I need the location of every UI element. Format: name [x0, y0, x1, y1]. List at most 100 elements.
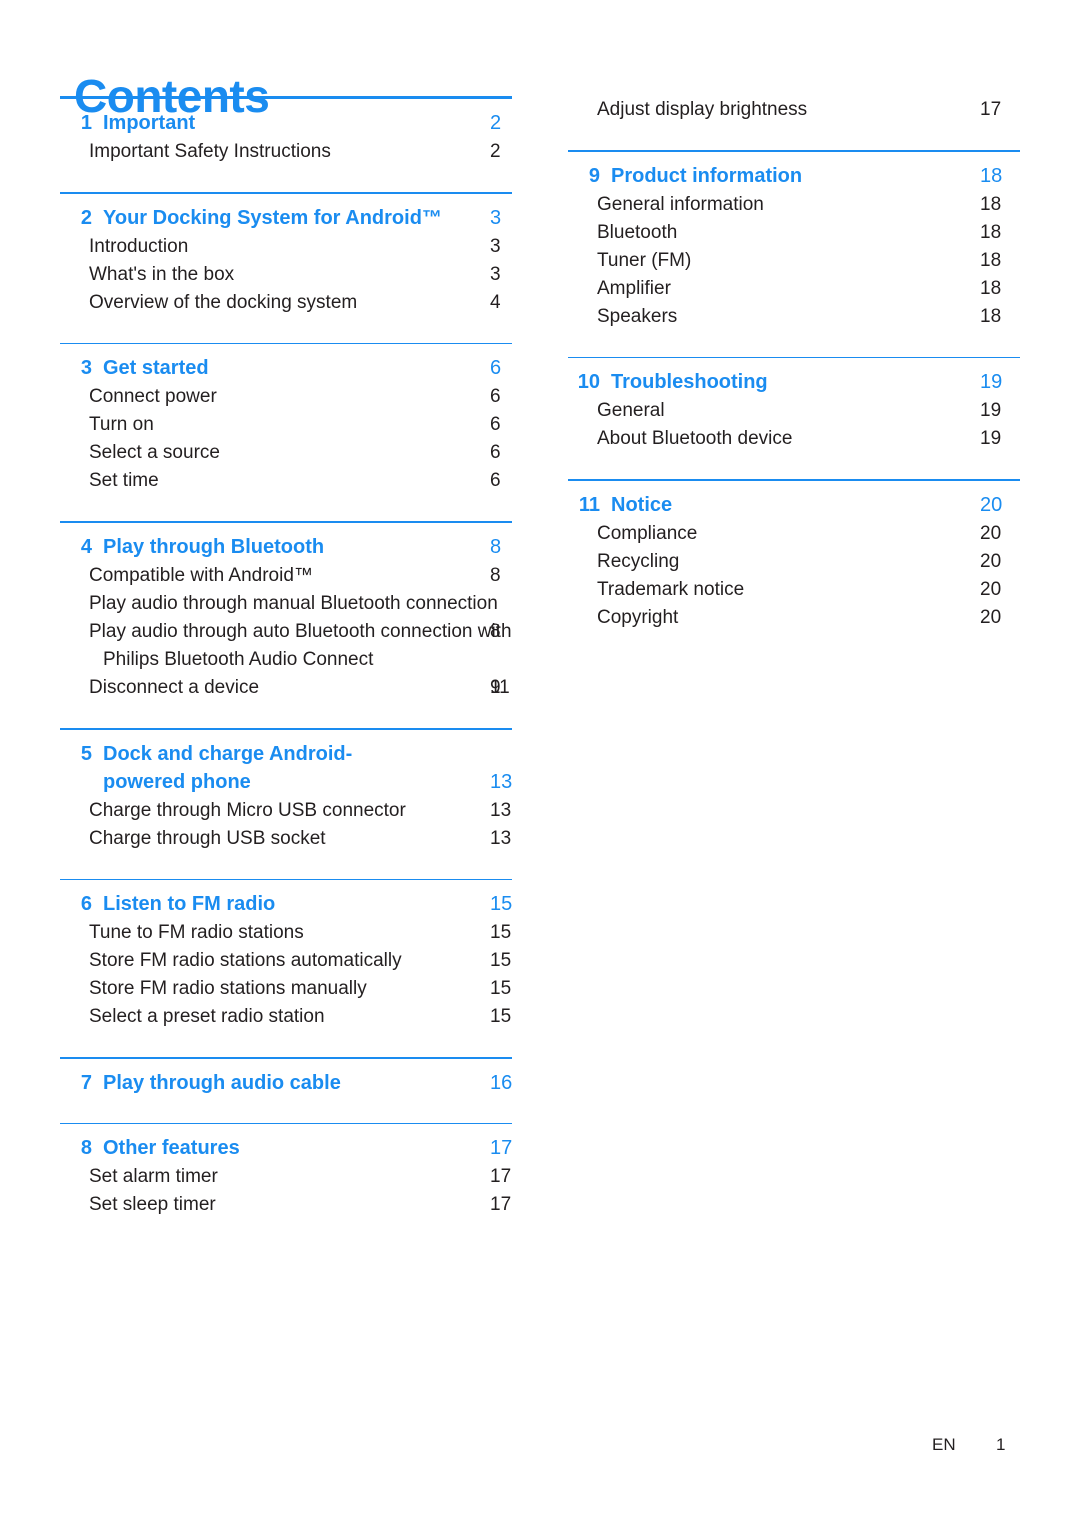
toc-entry-page-number: 19: [980, 400, 1002, 422]
toc-entry-page-number: 6: [490, 386, 501, 408]
toc-entry[interactable]: Charge through USB socket 13: [60, 825, 512, 853]
toc-entry-label: Play audio through manual Bluetooth conn…: [89, 592, 498, 614]
toc-entry[interactable]: Amplifier 18: [568, 275, 1020, 303]
toc-section-heading[interactable]: 4 Play through Bluetooth 8: [60, 533, 512, 561]
toc-entry-page-number: 8: [490, 564, 501, 586]
toc-entry[interactable]: General 19: [568, 397, 1020, 425]
toc-section-heading[interactable]: 5 Dock and charge Android- powered phone 1…: [60, 740, 512, 796]
toc-section-number: 5: [80, 742, 92, 765]
toc-entry[interactable]: Store FM radio stations manually 15: [60, 975, 512, 1003]
toc-entry[interactable]: Select a source 6: [60, 439, 512, 467]
toc-section: 8 Other features 17 Set alarm timer 17 Set sl…: [60, 1122, 512, 1220]
toc-entry-label: Compatible with Android™: [89, 564, 313, 586]
toc-entry[interactable]: Compliance 20: [568, 520, 1020, 548]
toc-section-page-number: 16: [490, 1071, 513, 1094]
toc-entry-page-number: 6: [490, 470, 501, 492]
toc-section: 3 Get started 6 Connect power 6 Turn on 6 Selec…: [60, 342, 512, 496]
toc-section: 10 Troubleshooting 19 General 19 About Blueto…: [568, 356, 1020, 454]
toc-entry[interactable]: Disconnect a device 11: [60, 674, 512, 702]
toc-entry-label: General: [597, 400, 665, 422]
toc-section: 7 Play through audio cable 16: [60, 1057, 512, 1097]
toc-entry[interactable]: Speakers 18: [568, 303, 1020, 331]
toc-entry[interactable]: Important Safety Instructions 2: [60, 138, 512, 166]
toc-entry-label: What's in the box: [89, 263, 235, 285]
section-divider: [568, 479, 1020, 481]
toc-section: 4 Play through Bluetooth 8 Compatible with …: [60, 521, 512, 702]
toc-entry[interactable]: Connect power 6: [60, 383, 512, 411]
toc-section: 2 Your Docking System for Android™ 3 Introd…: [60, 192, 512, 317]
toc-entry[interactable]: Recycling 20: [568, 548, 1020, 576]
toc-entry[interactable]: Introduction 3: [60, 233, 512, 261]
toc-section-heading[interactable]: 3 Get started 6: [60, 354, 512, 382]
toc-section-heading[interactable]: 2 Your Docking System for Android™ 3: [60, 204, 512, 232]
toc-entry[interactable]: What's in the box 3: [60, 261, 512, 289]
toc-entry[interactable]: Tuner (FM) 18: [568, 247, 1020, 275]
toc-entry-page-number: 3: [490, 235, 501, 257]
toc-entry-label: Copyright: [597, 606, 679, 628]
toc-entry[interactable]: General information 18: [568, 191, 1020, 219]
toc-entry-page-number: 17: [490, 1194, 512, 1216]
toc-entry-label: Connect power: [89, 386, 217, 408]
toc-section-heading[interactable]: 6 Listen to FM radio 15: [60, 890, 512, 918]
toc-section-page-number: 20: [980, 493, 1003, 516]
toc-section-page-number: 3: [490, 206, 502, 229]
toc-section-title: Troubleshooting: [611, 371, 768, 394]
toc-entry[interactable]: Adjust display brightness 17: [568, 96, 1020, 124]
toc-section-heading[interactable]: 11 Notice 20: [568, 491, 1020, 519]
toc-entry[interactable]: Compatible with Android™ 8: [60, 562, 512, 590]
page-footer: EN 1: [0, 1432, 1080, 1458]
toc-entry[interactable]: Play audio through auto Bluetooth connec…: [60, 618, 512, 698]
toc-section-heading[interactable]: 1 Important 2: [60, 109, 512, 137]
toc-entry-page-number: 15: [490, 922, 512, 944]
toc-entry[interactable]: Bluetooth 18: [568, 219, 1020, 247]
toc-entry-page-number: 6: [490, 414, 501, 436]
toc-entry[interactable]: Copyright 20: [568, 604, 1020, 632]
toc-entry[interactable]: Set sleep timer 17: [60, 1191, 512, 1219]
toc-entry[interactable]: Trademark notice 20: [568, 576, 1020, 604]
toc-entry[interactable]: Charge through Micro USB connector 13: [60, 797, 512, 825]
section-divider: [60, 342, 512, 345]
toc-entry-page-number: 18: [980, 193, 1002, 215]
section-divider: [60, 1122, 512, 1125]
toc-section-page-number: 19: [980, 371, 1003, 394]
toc-entry[interactable]: Set alarm timer 17: [60, 1163, 512, 1191]
toc-entry[interactable]: Overview of the docking system 4: [60, 289, 512, 317]
toc-section-number: 11: [578, 493, 600, 516]
toc-entry[interactable]: Play audio through manual Bluetooth conn…: [60, 590, 512, 642]
toc-entry-page-number: 18: [980, 305, 1002, 327]
section-divider: [60, 1057, 512, 1059]
toc-entry-label: Turn on: [89, 414, 154, 436]
toc-entry[interactable]: Store FM radio stations automatically 15: [60, 947, 512, 975]
toc-entry-page-number: 4: [490, 291, 501, 313]
toc-section-number: 9: [588, 164, 600, 187]
section-divider: [568, 150, 1020, 152]
toc-entry-page-number: 2: [490, 141, 501, 163]
section-divider: [568, 356, 1020, 359]
toc-entry-label: Important Safety Instructions: [89, 141, 331, 163]
toc-section-page-number: 2: [490, 112, 502, 135]
toc-entry[interactable]: About Bluetooth device 19: [568, 425, 1020, 453]
toc-entry[interactable]: Select a preset radio station 15: [60, 1003, 512, 1031]
toc-section-number: 8: [80, 1137, 92, 1160]
toc-entry-label: Adjust display brightness: [597, 99, 808, 120]
toc-section-heading[interactable]: 10 Troubleshooting 19: [568, 368, 1020, 396]
toc-entry[interactable]: Turn on 6: [60, 411, 512, 439]
toc-section-title: Notice: [611, 493, 673, 516]
toc-entry-page-number: 13: [490, 827, 512, 849]
toc-section-page-number: 8: [490, 535, 502, 558]
toc-entry-label: Recycling: [597, 550, 680, 572]
toc-section-title: Your Docking System for Android™: [103, 206, 442, 229]
toc-section-number: 10: [577, 371, 600, 394]
toc-entry-label: Introduction: [89, 235, 189, 257]
toc-section-heading[interactable]: 7 Play through audio cable 16: [60, 1069, 512, 1097]
toc-entry[interactable]: Tune to FM radio stations 15: [60, 919, 512, 947]
toc-entry-page-number: 18: [980, 221, 1002, 243]
toc-entry-label: Play audio through auto Bluetooth connec…: [89, 620, 512, 670]
toc-section-number: 7: [80, 1071, 92, 1094]
toc-section-heading[interactable]: 9 Product information 18: [568, 162, 1020, 190]
toc-section-heading[interactable]: 8 Other features 17: [60, 1134, 512, 1162]
toc-entry[interactable]: Set time 6: [60, 467, 512, 495]
toc-section-page-number: 18: [980, 164, 1003, 187]
toc-section-number: 4: [80, 535, 92, 558]
section-divider: [60, 878, 512, 881]
